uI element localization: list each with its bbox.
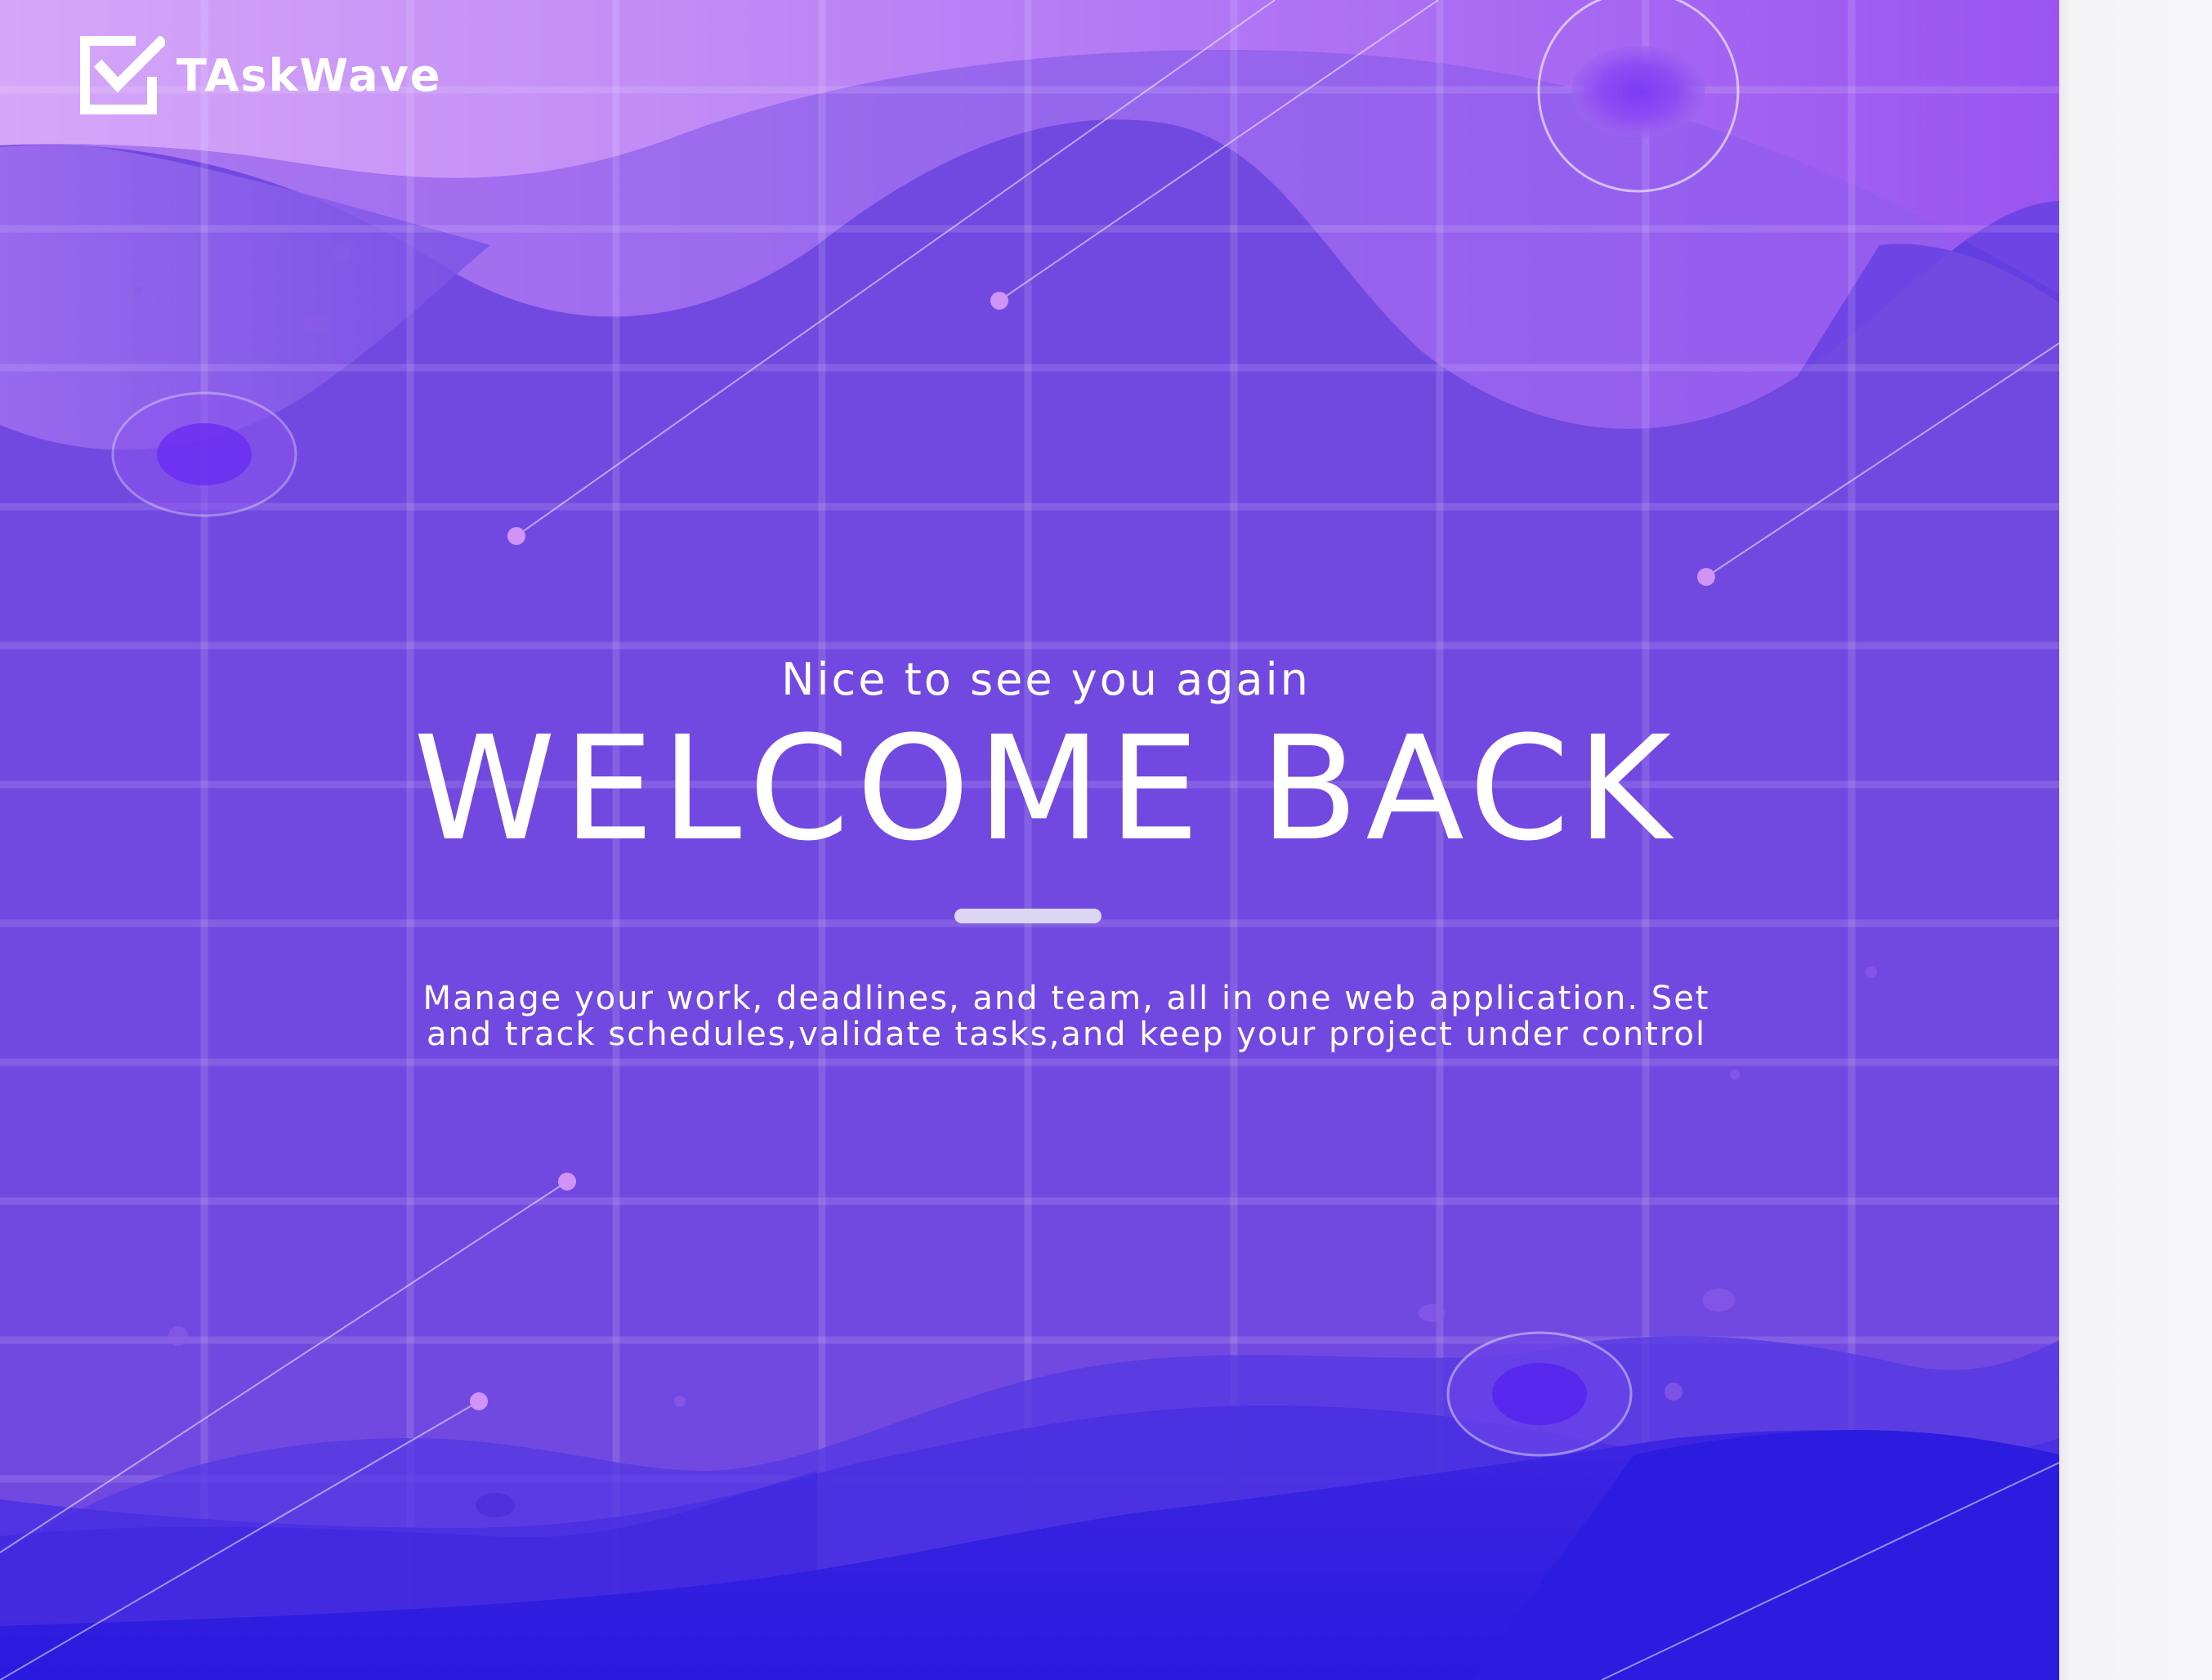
app-description: Manage your work, deadlines, and team, a… (422, 980, 1710, 1053)
orb-bottom-right (1446, 1331, 1633, 1457)
greeting-subtitle: Nice to see you again (781, 654, 1311, 705)
welcome-headline: WELCOME BACK (413, 705, 1679, 873)
brand-logo[interactable]: TAskWave (80, 36, 441, 114)
orb-left (111, 391, 297, 517)
welcome-hero-panel: TAskWave Nice to see you again WELCOME B… (0, 0, 2059, 1680)
headline-divider (954, 909, 1102, 923)
side-panel (2059, 0, 2212, 1680)
checkbox-check-icon (80, 36, 165, 114)
brand-name: TAskWave (177, 49, 442, 101)
